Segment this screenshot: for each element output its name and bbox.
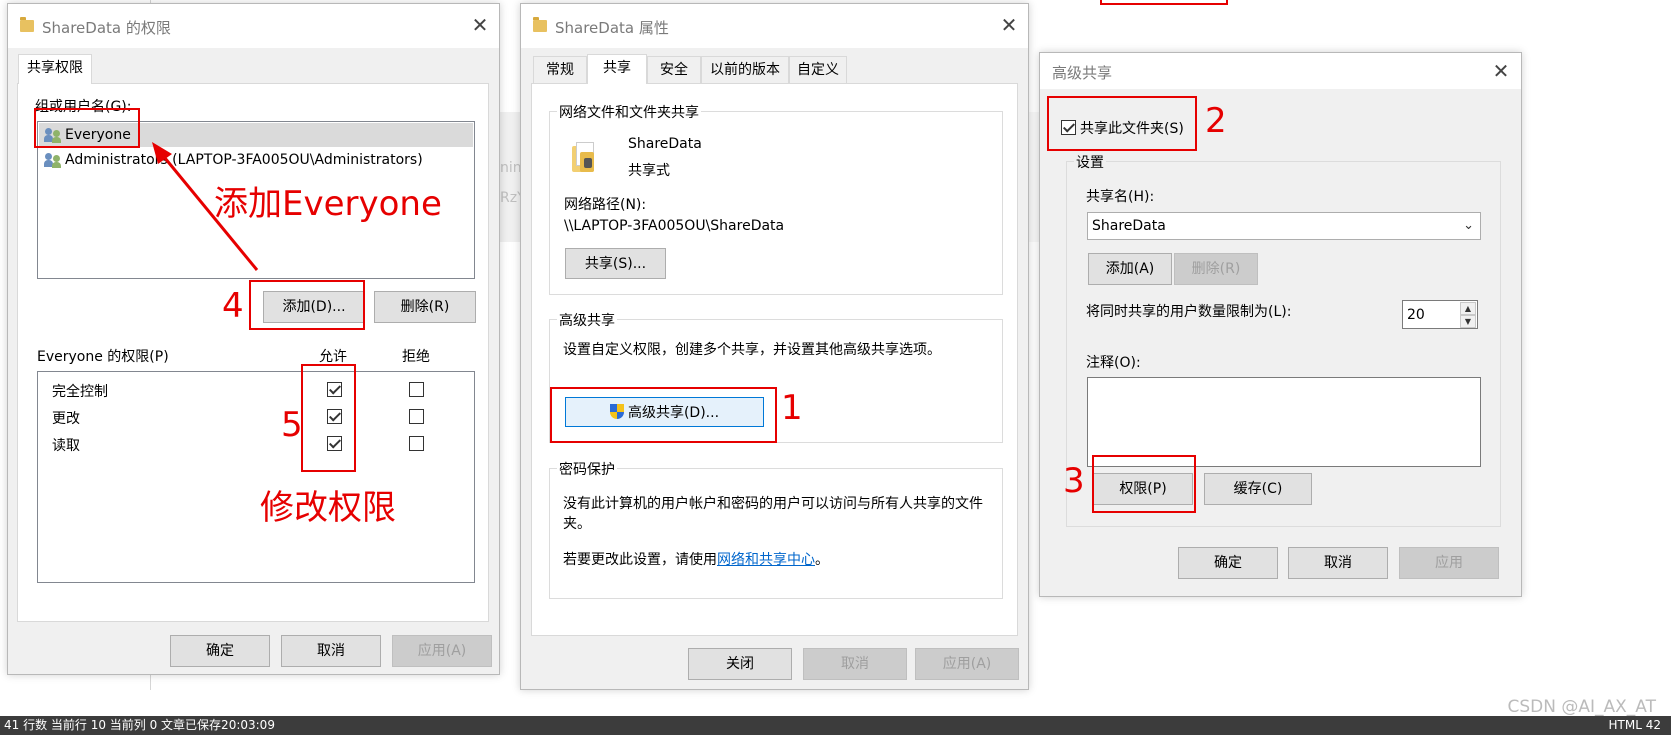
annotation-modify-perms: 修改权限 (260, 488, 396, 528)
annotation-step-4: 4 (222, 286, 244, 326)
annotation-box-top (1100, 0, 1228, 5)
perm-name: 完全控制 (52, 384, 108, 400)
group-title: 设置 (1074, 152, 1106, 172)
ok-button[interactable]: 确定 (170, 635, 270, 667)
permissions-list: 完全控制 更改 读取 (37, 371, 475, 583)
network-share-group: 网络文件和文件夹共享 ShareData 共享式 网络路径(N): \\LAPT… (549, 102, 1003, 295)
annotation-box-permissions (1092, 455, 1196, 513)
chevron-down-icon: ⌄ (1463, 218, 1474, 233)
users-icon (44, 152, 62, 168)
annotation-step-1: 1 (781, 388, 803, 428)
share-name-value: ShareData (1092, 218, 1166, 234)
password-description-line2: 夹。 (563, 516, 591, 532)
deny-header: 拒绝 (402, 349, 430, 365)
annotation-box-add (249, 280, 365, 330)
annotation-step-5: 5 (281, 405, 303, 445)
annotation-box-advanced (550, 387, 777, 443)
window-title: ShareData 属性 (555, 19, 669, 37)
annotation-box-everyone (34, 108, 140, 148)
group-title: 网络文件和文件夹共享 (557, 102, 701, 122)
network-center-link[interactable]: 网络和共享中心 (717, 552, 815, 568)
tab-panel: 网络文件和文件夹共享 ShareData 共享式 网络路径(N): \\LAPT… (531, 83, 1018, 636)
tab-sharing[interactable]: 共享 (587, 54, 647, 84)
group-title: 高级共享 (557, 310, 617, 330)
share-name-label: 共享名(H): (1086, 189, 1155, 205)
share-button[interactable]: 共享(S)... (565, 248, 666, 279)
password-protection-group: 密码保护 没有此计算机的用户帐户和密码的用户可以访问与所有人共享的文件 夹。 若… (549, 459, 1003, 599)
shared-folder-icon (572, 142, 596, 172)
annotation-add-everyone: 添加Everyone (214, 184, 442, 224)
watermark: CSDN @AI_AX_AT (1507, 697, 1656, 717)
close-icon[interactable]: ✕ (471, 15, 489, 35)
folder-icon (533, 17, 547, 32)
advanced-description: 设置自定义权限，创建多个共享，并设置其他高级共享选项。 (563, 342, 941, 358)
cancel-button[interactable]: 取消 (281, 635, 381, 667)
tab-customize[interactable]: 自定义 (789, 56, 847, 84)
caching-button[interactable]: 缓存(C) (1204, 473, 1312, 505)
titlebar: ShareData 属性 ✕ (521, 4, 1028, 48)
network-path-label: 网络路径(N): (564, 197, 647, 213)
password-change-suffix: 。 (815, 552, 829, 568)
cancel-button[interactable]: 取消 (803, 648, 907, 680)
folder-name: ShareData (628, 136, 702, 152)
status-text: 41 行数 当前行 10 当前列 0 文章已保存20:03:09 (4, 718, 275, 732)
group-title: 密码保护 (557, 459, 617, 479)
comment-label: 注释(O): (1086, 355, 1141, 371)
status-right: HTML 42 (1608, 718, 1661, 732)
tab-general[interactable]: 常规 (533, 56, 587, 84)
deny-checkbox[interactable] (409, 436, 424, 451)
network-path: \\LAPTOP-3FA005OU\ShareData (564, 218, 785, 234)
annotation-box-allow (301, 364, 356, 472)
annotation-step-2: 2 (1205, 101, 1227, 141)
password-change-text: 若要更改此设置，请使用网络和共享中心。 (563, 549, 829, 569)
comment-textarea[interactable] (1087, 377, 1481, 467)
tab-share-permissions[interactable]: 共享权限 (18, 54, 92, 84)
remove-share-button[interactable]: 删除(R) (1174, 253, 1258, 285)
share-name-dropdown[interactable]: ShareData ⌄ (1087, 212, 1481, 240)
tab-previous-versions[interactable]: 以前的版本 (701, 56, 789, 84)
add-share-button[interactable]: 添加(A) (1088, 253, 1172, 285)
folder-icon (20, 17, 34, 32)
remove-user-button[interactable]: 删除(R) (374, 291, 476, 323)
annotation-box-share-checkbox (1047, 96, 1197, 151)
apply-button[interactable]: 应用(A) (392, 635, 492, 667)
annotation-step-3: 3 (1063, 461, 1085, 501)
window-title: 高级共享 (1052, 64, 1113, 82)
chevron-down-icon[interactable]: ▼ (1460, 315, 1476, 328)
perm-name: 更改 (52, 411, 80, 427)
user-limit-value: 20 (1407, 307, 1425, 323)
cancel-button[interactable]: 取消 (1288, 547, 1388, 579)
window-title: ShareData 的权限 (42, 19, 171, 37)
properties-dialog: ShareData 属性 ✕ 常规 共享 安全 以前的版本 自定义 网络文件和文… (520, 3, 1029, 690)
deny-checkbox[interactable] (409, 382, 424, 397)
titlebar: ShareData 的权限 ✕ (8, 4, 499, 48)
user-limit-label: 将同时共享的用户数量限制为(L): (1086, 304, 1292, 320)
apply-button[interactable]: 应用 (1399, 547, 1499, 579)
tab-security[interactable]: 安全 (647, 56, 701, 84)
permissions-label: Everyone 的权限(P) (37, 349, 169, 365)
permissions-dialog: ShareData 的权限 ✕ 共享权限 组或用户名(G): Everyone … (7, 3, 500, 675)
chevron-up-icon[interactable]: ▲ (1460, 302, 1476, 315)
folder-state: 共享式 (628, 163, 670, 179)
titlebar: 高级共享 ✕ (1040, 53, 1521, 89)
ok-button[interactable]: 确定 (1178, 547, 1278, 579)
password-description-line1: 没有此计算机的用户帐户和密码的用户可以访问与所有人共享的文件 (563, 496, 983, 512)
close-icon[interactable]: ✕ (1492, 61, 1510, 81)
close-icon[interactable]: ✕ (1000, 15, 1018, 35)
close-button[interactable]: 关闭 (688, 648, 792, 680)
perm-name: 读取 (52, 438, 80, 454)
allow-header: 允许 (319, 349, 347, 365)
background-text: nin (500, 160, 522, 176)
stepper-buttons: ▲ ▼ (1460, 302, 1476, 328)
user-limit-stepper[interactable]: 20 ▲ ▼ (1402, 300, 1478, 329)
deny-checkbox[interactable] (409, 409, 424, 424)
password-change-prefix: 若要更改此设置，请使用 (563, 552, 717, 568)
apply-button[interactable]: 应用(A) (915, 648, 1019, 680)
status-bar: 41 行数 当前行 10 当前列 0 文章已保存20:03:09 HTML 42 (0, 716, 1671, 735)
